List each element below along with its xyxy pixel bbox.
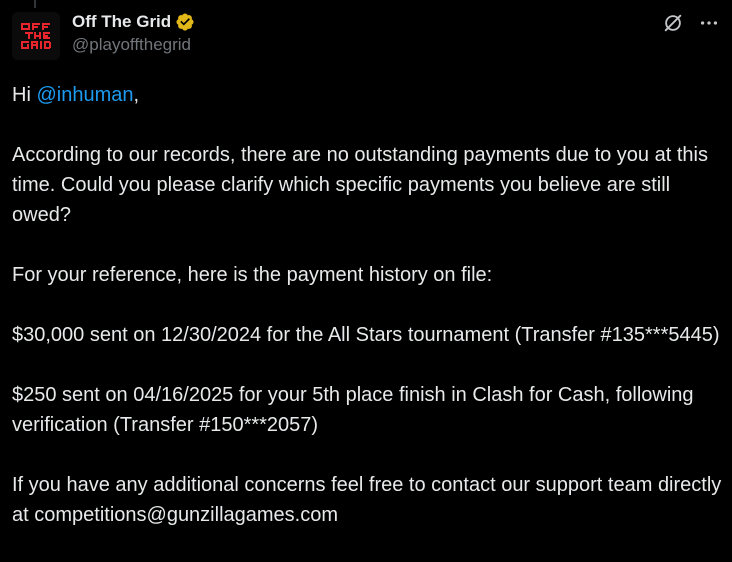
post-actions [662,12,720,34]
author-handle[interactable]: @playoffthegrid [72,35,195,55]
greeting-line: Hi @inhuman, [12,80,724,110]
avatar[interactable] [12,12,60,60]
paragraph-payment-2: $250 sent on 04/16/2025 for your 5th pla… [12,384,694,436]
verified-badge-icon[interactable] [175,12,195,32]
off-the-grid-logo-icon [12,12,60,60]
display-name-row: Off The Grid [72,10,195,34]
post-header: Off The Grid @playoffthegrid [12,8,720,60]
thread-connector-line [34,0,36,8]
post-body: Hi @inhuman, According to our records, t… [12,80,724,560]
grok-icon[interactable] [662,12,684,34]
paragraph-reference: For your reference, here is the payment … [12,264,493,286]
author-names: Off The Grid @playoffthegrid [72,10,195,55]
display-name[interactable]: Off The Grid [72,12,171,32]
greeting-prefix: Hi [12,84,37,106]
greeting-suffix: , [133,84,140,106]
paragraph-contact: If you have any additional concerns feel… [12,474,722,526]
paragraph-payment-1: $30,000 sent on 12/30/2024 for the All S… [12,324,720,346]
mention-link[interactable]: @inhuman [36,84,133,106]
more-options-icon[interactable] [698,12,720,34]
paragraph-records: According to our records, there are no o… [12,144,708,226]
